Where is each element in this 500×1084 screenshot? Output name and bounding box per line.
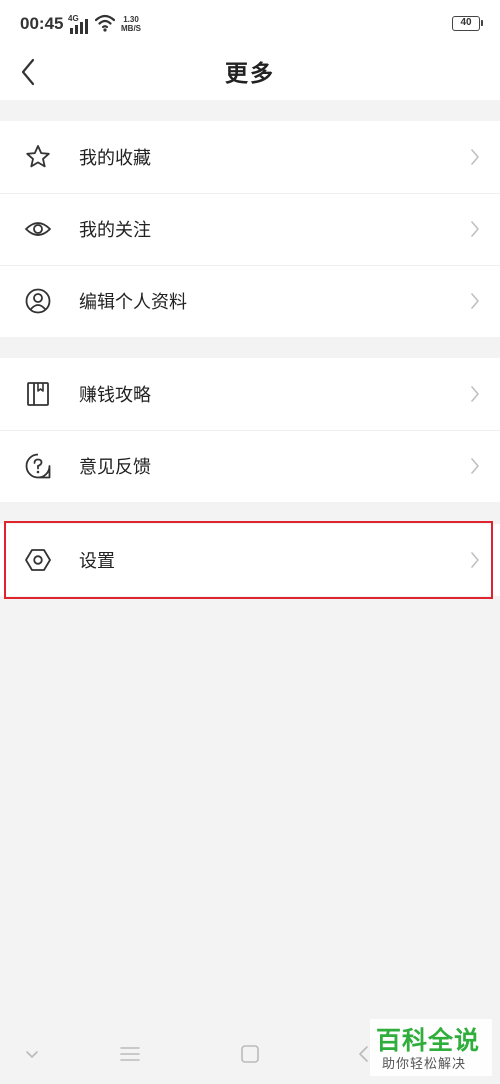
menu-item-edit-profile[interactable]: 编辑个人资料 bbox=[0, 265, 500, 337]
book-icon bbox=[27, 382, 49, 406]
title-bar: 更多 bbox=[0, 48, 500, 100]
page-title: 更多 bbox=[225, 61, 275, 87]
chevron-right-icon bbox=[471, 458, 479, 474]
menu-item-label: 我的关注 bbox=[79, 220, 151, 241]
wifi-icon bbox=[95, 14, 115, 32]
menu-item-earning-guide[interactable]: 赚钱攻略 bbox=[0, 358, 500, 430]
menu-group-personal: 我的收藏 我的关注 编辑个人资料 bbox=[0, 121, 500, 337]
menu-group-settings: 设置 bbox=[0, 524, 500, 596]
chevron-right-icon bbox=[471, 386, 479, 402]
menu-item-favorites[interactable]: 我的收藏 bbox=[0, 121, 500, 193]
hide-keyboard-icon[interactable] bbox=[20, 1042, 44, 1066]
status-icons: 4G 1.30 MB/S bbox=[68, 14, 141, 34]
chevron-right-icon bbox=[471, 552, 479, 568]
menu-icon[interactable] bbox=[118, 1042, 142, 1066]
menu-item-label: 我的收藏 bbox=[79, 148, 151, 169]
eye-icon bbox=[25, 222, 51, 236]
chevron-right-icon bbox=[471, 221, 479, 237]
cellular-signal-icon: 4G bbox=[68, 14, 90, 34]
settings-icon bbox=[25, 549, 51, 571]
watermark-logo: 百科全说 助你轻松解决 bbox=[370, 1019, 492, 1076]
menu-item-settings[interactable]: 设置 bbox=[0, 524, 500, 596]
net-speed-unit: MB/S bbox=[121, 24, 141, 33]
user-icon bbox=[25, 288, 51, 314]
menu-item-following[interactable]: 我的关注 bbox=[0, 193, 500, 265]
status-time: 00:45 bbox=[20, 14, 64, 33]
menu-item-feedback[interactable]: 意见反馈 bbox=[0, 430, 500, 502]
chevron-right-icon bbox=[471, 149, 479, 165]
home-icon[interactable] bbox=[238, 1042, 262, 1066]
net-speed-value: 1.30 bbox=[123, 15, 139, 24]
feedback-icon bbox=[25, 453, 51, 479]
watermark-title: 百科全说 bbox=[376, 1026, 481, 1055]
watermark-subtitle: 助你轻松解决 bbox=[382, 1057, 467, 1072]
menu-item-label: 赚钱攻略 bbox=[79, 385, 151, 406]
net-speed: 1.30 MB/S bbox=[121, 15, 141, 33]
status-bar: 00:45 4G 1.30 MB/S 40 bbox=[0, 0, 500, 48]
menu-item-label: 意见反馈 bbox=[79, 457, 151, 478]
menu-group-help: 赚钱攻略 意见反馈 bbox=[0, 358, 500, 502]
menu-item-label: 设置 bbox=[79, 551, 115, 572]
menu-item-label: 编辑个人资料 bbox=[79, 292, 187, 313]
battery-indicator: 40 bbox=[452, 16, 483, 31]
chevron-right-icon bbox=[471, 293, 479, 309]
star-icon bbox=[26, 145, 50, 168]
